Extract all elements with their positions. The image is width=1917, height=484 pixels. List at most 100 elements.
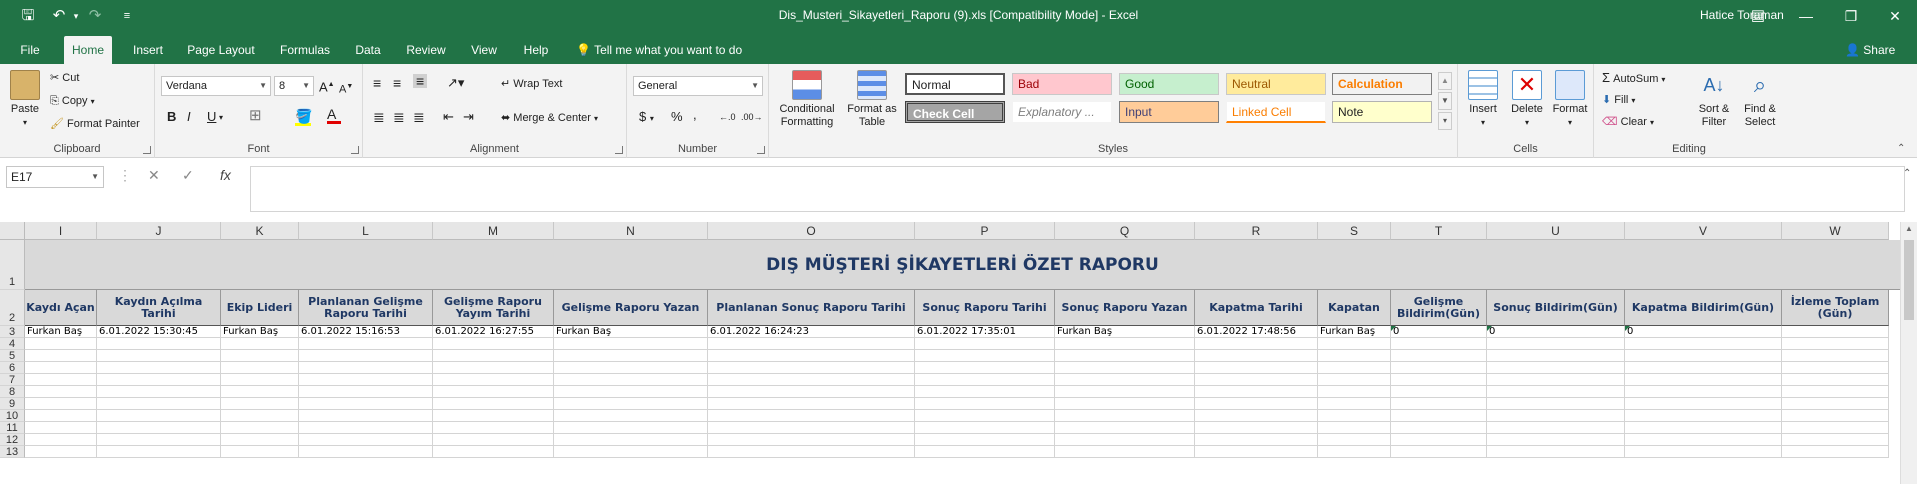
empty-cell[interactable] — [433, 422, 554, 434]
empty-cell[interactable] — [1055, 398, 1195, 410]
data-cell[interactable]: Furkan Baş — [25, 326, 97, 338]
cut-button[interactable]: ✂ Cut — [50, 71, 79, 85]
empty-cell[interactable] — [1318, 398, 1391, 410]
scroll-up-icon[interactable]: ▲ — [1901, 224, 1917, 233]
fill-color-icon[interactable]: 🪣 — [295, 109, 312, 126]
empty-cell[interactable] — [1195, 398, 1318, 410]
empty-cell[interactable] — [915, 434, 1055, 446]
row-header-12[interactable]: 12 — [0, 434, 25, 446]
empty-cell[interactable] — [97, 350, 221, 362]
empty-cell[interactable] — [97, 446, 221, 458]
empty-cell[interactable] — [433, 398, 554, 410]
empty-cell[interactable] — [554, 446, 708, 458]
empty-cell[interactable] — [708, 398, 915, 410]
empty-cell[interactable] — [708, 410, 915, 422]
clear-button[interactable]: ⌫ Clear ▾ — [1602, 115, 1654, 130]
style-linked-cell[interactable]: Linked Cell — [1226, 101, 1326, 123]
empty-cell[interactable] — [433, 362, 554, 374]
table-header-cell[interactable]: Sonuç Raporu Tarihi — [915, 290, 1055, 326]
empty-cell[interactable] — [221, 374, 299, 386]
empty-cell[interactable] — [221, 338, 299, 350]
underline-button[interactable]: U — [207, 110, 216, 124]
empty-cell[interactable] — [1625, 362, 1782, 374]
empty-cell[interactable] — [1391, 410, 1487, 422]
column-header-n[interactable]: N — [554, 222, 708, 240]
table-header-cell[interactable]: İzleme Toplam (Gün) — [1782, 290, 1889, 326]
empty-cell[interactable] — [1055, 446, 1195, 458]
empty-cell[interactable] — [25, 410, 97, 422]
increase-decimal-icon[interactable]: ←.0 — [719, 110, 736, 124]
table-header-cell[interactable]: Kaydın Açılma Tarihi — [97, 290, 221, 326]
empty-cell[interactable] — [299, 446, 433, 458]
empty-cell[interactable] — [25, 338, 97, 350]
decrease-font-icon[interactable]: A▼ — [339, 80, 353, 97]
empty-cell[interactable] — [97, 386, 221, 398]
empty-cell[interactable] — [1195, 374, 1318, 386]
style-good[interactable]: Good — [1119, 73, 1219, 95]
report-title[interactable]: DIŞ MÜŞTERİ ŞİKAYETLERİ ÖZET RAPORU — [25, 240, 1900, 290]
table-header-cell[interactable]: Ekip Lideri — [221, 290, 299, 326]
sort-filter-button[interactable]: A↓ Sort & Filter — [1692, 70, 1736, 129]
empty-cell[interactable] — [1782, 410, 1889, 422]
empty-cell[interactable] — [221, 410, 299, 422]
data-cell[interactable] — [1782, 326, 1889, 338]
empty-cell[interactable] — [1625, 446, 1782, 458]
restore-icon[interactable]: ❐ — [1831, 4, 1871, 28]
empty-cell[interactable] — [1318, 422, 1391, 434]
empty-cell[interactable] — [1195, 338, 1318, 350]
align-bottom-icon[interactable]: ≡ — [413, 74, 428, 88]
empty-cell[interactable] — [1487, 374, 1625, 386]
empty-cell[interactable] — [97, 362, 221, 374]
data-cell[interactable]: 6.01.2022 16:27:55 — [433, 326, 554, 338]
empty-cell[interactable] — [1318, 410, 1391, 422]
merge-center-button[interactable]: ⬌ Merge & Center ▾ — [501, 111, 598, 126]
column-header-k[interactable]: K — [221, 222, 299, 240]
empty-cell[interactable] — [299, 398, 433, 410]
row-header-7[interactable]: 7 — [0, 374, 25, 386]
alignment-launcher-icon[interactable] — [615, 146, 623, 154]
empty-cell[interactable] — [915, 422, 1055, 434]
column-header-t[interactable]: T — [1391, 222, 1487, 240]
empty-cell[interactable] — [221, 422, 299, 434]
style-explanatory[interactable]: Explanatory ... — [1012, 101, 1112, 123]
close-icon[interactable]: ✕ — [1875, 4, 1915, 28]
decrease-decimal-icon[interactable]: .00→ — [741, 110, 763, 124]
table-header-cell[interactable]: Planlanan Sonuç Raporu Tarihi — [708, 290, 915, 326]
column-header-r[interactable]: R — [1195, 222, 1318, 240]
empty-cell[interactable] — [1487, 386, 1625, 398]
empty-cell[interactable] — [1782, 398, 1889, 410]
empty-cell[interactable] — [299, 362, 433, 374]
empty-cell[interactable] — [1055, 386, 1195, 398]
empty-cell[interactable] — [708, 338, 915, 350]
fill-button[interactable]: ⬇ Fill ▾ — [1602, 93, 1635, 108]
autosum-button[interactable]: Σ AutoSum ▾ — [1602, 71, 1665, 87]
row-header-8[interactable]: 8 — [0, 386, 25, 398]
clipboard-launcher-icon[interactable] — [143, 146, 151, 154]
empty-cell[interactable] — [1055, 434, 1195, 446]
data-cell[interactable]: 0 — [1487, 326, 1625, 338]
empty-cell[interactable] — [915, 410, 1055, 422]
empty-cell[interactable] — [554, 338, 708, 350]
empty-cell[interactable] — [554, 422, 708, 434]
empty-cell[interactable] — [1782, 374, 1889, 386]
empty-cell[interactable] — [1318, 386, 1391, 398]
tab-file[interactable]: File — [10, 38, 50, 62]
column-header-u[interactable]: U — [1487, 222, 1625, 240]
style-note[interactable]: Note — [1332, 101, 1432, 123]
empty-cell[interactable] — [1782, 422, 1889, 434]
empty-cell[interactable] — [1391, 434, 1487, 446]
empty-cell[interactable] — [1195, 422, 1318, 434]
vertical-scrollbar[interactable]: ▲ — [1900, 222, 1917, 484]
empty-cell[interactable] — [554, 386, 708, 398]
increase-font-icon[interactable]: A▲ — [319, 78, 335, 94]
empty-cell[interactable] — [97, 410, 221, 422]
row-header-4[interactable]: 4 — [0, 338, 25, 350]
empty-cell[interactable] — [1391, 350, 1487, 362]
align-center-icon[interactable]: ≣ — [393, 110, 405, 124]
italic-button[interactable]: I — [187, 110, 191, 124]
percent-button[interactable]: % — [671, 110, 683, 124]
empty-cell[interactable] — [97, 398, 221, 410]
data-cell[interactable]: 6.01.2022 15:16:53 — [299, 326, 433, 338]
empty-cell[interactable] — [1782, 446, 1889, 458]
empty-cell[interactable] — [1055, 410, 1195, 422]
